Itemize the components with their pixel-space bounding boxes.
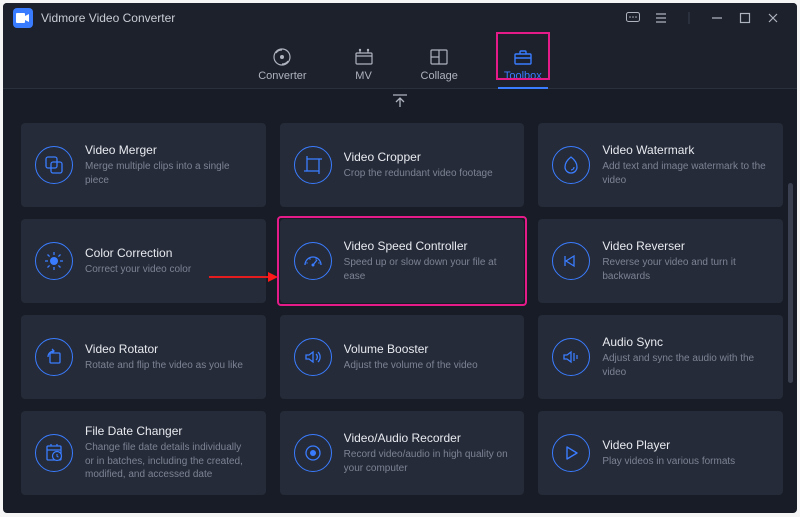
color-icon bbox=[35, 242, 73, 280]
card-text: File Date Changer Change file date detail… bbox=[85, 424, 252, 482]
tab-collage[interactable]: Collage bbox=[421, 47, 458, 88]
rotator-icon bbox=[35, 338, 73, 376]
tool-card-sync[interactable]: Audio Sync Adjust and sync the audio with… bbox=[538, 315, 783, 399]
minimize-button[interactable] bbox=[703, 8, 731, 28]
card-text: Volume Booster Adjust the volume of the v… bbox=[344, 342, 511, 373]
scrollbar[interactable] bbox=[788, 183, 793, 383]
cropper-icon bbox=[294, 146, 332, 184]
card-title: Video Player bbox=[602, 438, 769, 452]
tab-label: Toolbox bbox=[504, 70, 542, 82]
app-logo-icon bbox=[13, 8, 33, 28]
card-title: Video Watermark bbox=[602, 143, 769, 157]
card-desc: Reverse your video and turn it backwards bbox=[602, 256, 769, 283]
card-desc: Correct your video color bbox=[85, 263, 252, 277]
converter-icon bbox=[271, 47, 293, 67]
card-text: Video Cropper Crop the redundant video fo… bbox=[344, 150, 511, 181]
card-title: File Date Changer bbox=[85, 424, 252, 438]
merger-icon bbox=[35, 146, 73, 184]
speed-icon bbox=[294, 242, 332, 280]
feedback-icon[interactable] bbox=[619, 8, 647, 28]
tool-card-reverser[interactable]: Video Reverser Reverse your video and tur… bbox=[538, 219, 783, 303]
card-text: Video Watermark Add text and image waterm… bbox=[602, 143, 769, 187]
toolbox-icon bbox=[512, 47, 534, 67]
tool-card-player[interactable]: Video Player Play videos in various forma… bbox=[538, 411, 783, 495]
card-desc: Play videos in various formats bbox=[602, 455, 769, 469]
volume-icon bbox=[294, 338, 332, 376]
tool-card-color[interactable]: Color Correction Correct your video color bbox=[21, 219, 266, 303]
watermark-icon bbox=[552, 146, 590, 184]
tab-converter[interactable]: Converter bbox=[258, 47, 306, 88]
card-text: Audio Sync Adjust and sync the audio with… bbox=[602, 335, 769, 379]
card-text: Video Reverser Reverse your video and tur… bbox=[602, 239, 769, 283]
tab-label: Collage bbox=[421, 70, 458, 82]
toolbox-content: Video Merger Merge multiple clips into a … bbox=[3, 89, 797, 513]
card-title: Volume Booster bbox=[344, 342, 511, 356]
mv-icon bbox=[353, 47, 375, 67]
card-title: Video Reverser bbox=[602, 239, 769, 253]
close-button[interactable] bbox=[759, 8, 787, 28]
collage-icon bbox=[428, 47, 450, 67]
date-icon bbox=[35, 434, 73, 472]
tool-card-watermark[interactable]: Video Watermark Add text and image waterm… bbox=[538, 123, 783, 207]
card-desc: Adjust the volume of the video bbox=[344, 359, 511, 373]
player-icon bbox=[552, 434, 590, 472]
card-text: Color Correction Correct your video color bbox=[85, 246, 252, 277]
card-desc: Adjust and sync the audio with the video bbox=[602, 352, 769, 379]
card-desc: Crop the redundant video footage bbox=[344, 167, 511, 181]
card-text: Video Speed Controller Speed up or slow d… bbox=[344, 239, 511, 283]
card-title: Audio Sync bbox=[602, 335, 769, 349]
card-title: Video Merger bbox=[85, 143, 252, 157]
tool-card-recorder[interactable]: Video/Audio Recorder Record video/audio i… bbox=[280, 411, 525, 495]
main-tabs: Converter MV Collage Toolbox bbox=[3, 33, 797, 89]
card-desc: Merge multiple clips into a single piece bbox=[85, 160, 252, 187]
tool-card-volume[interactable]: Volume Booster Adjust the volume of the v… bbox=[280, 315, 525, 399]
card-desc: Rotate and flip the video as you like bbox=[85, 359, 252, 373]
tab-mv[interactable]: MV bbox=[353, 47, 375, 88]
card-text: Video Player Play videos in various forma… bbox=[602, 438, 769, 469]
tool-card-merger[interactable]: Video Merger Merge multiple clips into a … bbox=[21, 123, 266, 207]
app-window: Vidmore Video Converter Converter bbox=[3, 3, 797, 513]
sync-icon bbox=[552, 338, 590, 376]
tab-toolbox[interactable]: Toolbox bbox=[504, 47, 542, 88]
maximize-button[interactable] bbox=[731, 8, 759, 28]
card-title: Video Cropper bbox=[344, 150, 511, 164]
tab-label: MV bbox=[355, 70, 372, 82]
card-desc: Speed up or slow down your file at ease bbox=[344, 256, 511, 283]
tool-card-cropper[interactable]: Video Cropper Crop the redundant video fo… bbox=[280, 123, 525, 207]
titlebar: Vidmore Video Converter bbox=[3, 3, 797, 33]
card-text: Video Merger Merge multiple clips into a … bbox=[85, 143, 252, 187]
card-desc: Add text and image watermark to the vide… bbox=[602, 160, 769, 187]
app-title: Vidmore Video Converter bbox=[41, 11, 175, 25]
tool-card-rotator[interactable]: Video Rotator Rotate and flip the video a… bbox=[21, 315, 266, 399]
card-title: Video/Audio Recorder bbox=[344, 431, 511, 445]
recorder-icon bbox=[294, 434, 332, 472]
card-desc: Record video/audio in high quality on yo… bbox=[344, 448, 511, 475]
card-title: Color Correction bbox=[85, 246, 252, 260]
tool-card-date[interactable]: File Date Changer Change file date detail… bbox=[21, 411, 266, 495]
divider bbox=[675, 8, 703, 28]
reverser-icon bbox=[552, 242, 590, 280]
card-text: Video Rotator Rotate and flip the video a… bbox=[85, 342, 252, 373]
tool-card-speed[interactable]: Video Speed Controller Speed up or slow d… bbox=[280, 219, 525, 303]
card-title: Video Speed Controller bbox=[344, 239, 511, 253]
card-title: Video Rotator bbox=[85, 342, 252, 356]
tool-grid: Video Merger Merge multiple clips into a … bbox=[21, 123, 783, 495]
card-text: Video/Audio Recorder Record video/audio i… bbox=[344, 431, 511, 475]
card-desc: Change file date details individually or… bbox=[85, 441, 252, 482]
menu-icon[interactable] bbox=[647, 8, 675, 28]
tab-label: Converter bbox=[258, 70, 306, 82]
